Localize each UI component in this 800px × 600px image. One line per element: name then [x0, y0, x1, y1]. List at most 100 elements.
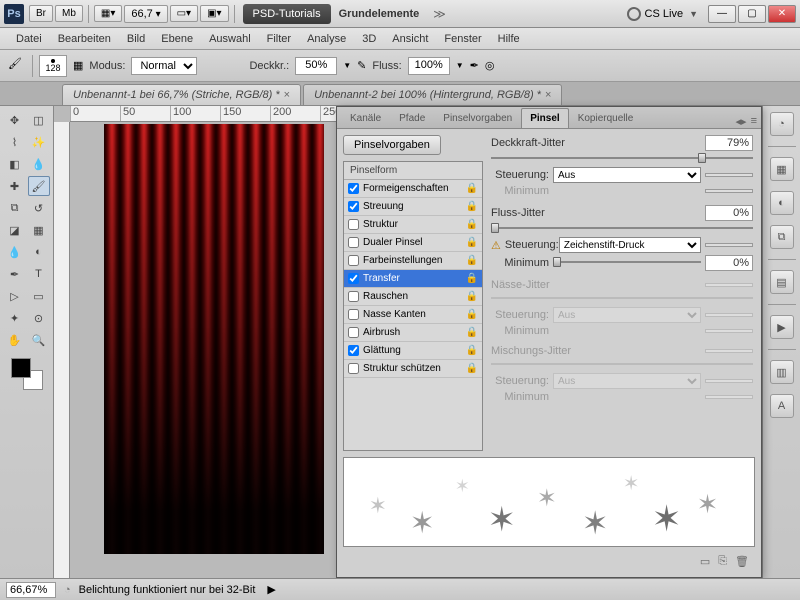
- maximize-button[interactable]: ▢: [738, 5, 766, 23]
- close-icon[interactable]: ×: [284, 89, 290, 101]
- lock-icon[interactable]: 🔒: [466, 273, 478, 284]
- opacity-jitter-value[interactable]: 79%: [705, 135, 753, 151]
- close-button[interactable]: ✕: [768, 5, 796, 23]
- menu-analyse[interactable]: Analyse: [299, 33, 354, 45]
- menu-ansicht[interactable]: Ansicht: [384, 33, 436, 45]
- character-panel-icon[interactable]: A: [770, 394, 794, 418]
- marquee-tool[interactable]: ◫: [28, 110, 50, 130]
- new-brush-icon[interactable]: ⎘: [718, 555, 727, 568]
- brush-option-checkbox[interactable]: [348, 219, 359, 230]
- color-swatches[interactable]: [11, 358, 43, 390]
- zoom-field[interactable]: 66,67%: [6, 582, 56, 598]
- minimize-button[interactable]: —: [708, 5, 736, 23]
- brush-option-checkbox[interactable]: [348, 201, 359, 212]
- lasso-tool[interactable]: ⌇: [4, 132, 26, 152]
- lock-icon[interactable]: 🔒: [466, 255, 478, 266]
- tab-pinselvorgaben[interactable]: Pinselvorgaben: [434, 108, 521, 128]
- paragraph-panel-icon[interactable]: ▥: [770, 360, 794, 384]
- brush-option-checkbox[interactable]: [348, 237, 359, 248]
- 3d-camera-tool[interactable]: ⊙: [28, 308, 50, 328]
- lock-icon[interactable]: 🔒: [466, 237, 478, 248]
- menu-datei[interactable]: Datei: [8, 33, 50, 45]
- hand-tool[interactable]: ✋: [4, 330, 26, 350]
- foreground-color[interactable]: [11, 358, 31, 378]
- eraser-tool[interactable]: ◪: [4, 220, 26, 240]
- opacity-jitter-slider[interactable]: [491, 153, 753, 163]
- document-tab[interactable]: Unbenannt-2 bei 100% (Hintergrund, RGB/8…: [303, 84, 562, 105]
- layers-panel-icon[interactable]: ▤: [770, 270, 794, 294]
- tab-pinsel[interactable]: Pinsel: [521, 108, 568, 128]
- lock-icon[interactable]: 🔒: [466, 201, 478, 212]
- brush-option-row[interactable]: Glättung🔒: [344, 342, 482, 360]
- lock-icon[interactable]: 🔒: [466, 219, 478, 230]
- brush-option-checkbox[interactable]: [348, 309, 359, 320]
- crop-tool[interactable]: ◧: [4, 154, 26, 174]
- document-tab[interactable]: Unbenannt-1 bei 66,7% (Striche, RGB/8) *…: [62, 84, 301, 105]
- flow-jitter-slider[interactable]: [491, 223, 753, 233]
- adjustments-panel-icon[interactable]: ◐: [770, 191, 794, 215]
- zoom-tool[interactable]: 🔍: [28, 330, 50, 350]
- brush-panel-toggle[interactable]: ▦: [73, 59, 83, 72]
- styles-panel-icon[interactable]: ⧉: [770, 225, 794, 249]
- pen-tool[interactable]: ✒: [4, 264, 26, 284]
- blur-tool[interactable]: 💧: [4, 242, 26, 262]
- stamp-tool[interactable]: ⧉: [4, 198, 26, 218]
- chevron-right-icon[interactable]: ▶: [267, 583, 275, 596]
- brush-option-checkbox[interactable]: [348, 327, 359, 338]
- flow-input[interactable]: 100%: [408, 57, 450, 75]
- ruler-vertical[interactable]: [54, 122, 70, 578]
- trash-icon[interactable]: 🗑: [735, 555, 749, 568]
- brush-preset-picker[interactable]: 128: [39, 55, 67, 77]
- opacity-input[interactable]: 50%: [295, 57, 337, 75]
- brush-option-checkbox[interactable]: [348, 363, 359, 374]
- type-tool[interactable]: T: [28, 264, 50, 284]
- brush-option-row[interactable]: Struktur🔒: [344, 216, 482, 234]
- view-extras-button[interactable]: ▦▾: [94, 5, 122, 22]
- screen-mode-button[interactable]: ▣▾: [200, 5, 228, 22]
- menu-auswahl[interactable]: Auswahl: [201, 33, 259, 45]
- arrange-button[interactable]: ▭▾: [170, 5, 198, 22]
- minibridge-button[interactable]: Mb: [55, 5, 83, 22]
- lock-icon[interactable]: 🔒: [466, 327, 478, 338]
- brush-option-row[interactable]: Dualer Pinsel🔒: [344, 234, 482, 252]
- eyedropper-tool[interactable]: 💧: [28, 154, 50, 174]
- lock-icon[interactable]: 🔒: [466, 363, 478, 374]
- bridge-button[interactable]: Br: [29, 5, 53, 22]
- opacity-control-select[interactable]: Aus: [553, 167, 701, 183]
- move-tool[interactable]: ✥: [4, 110, 26, 130]
- lock-icon[interactable]: 🔒: [466, 183, 478, 194]
- brush-option-row[interactable]: Farbeinstellungen🔒: [344, 252, 482, 270]
- brush-option-row[interactable]: Struktur schützen🔒: [344, 360, 482, 378]
- brush-tool[interactable]: 🖌: [28, 176, 50, 196]
- tablet-opacity-icon[interactable]: ✎: [357, 59, 366, 72]
- lock-icon[interactable]: 🔒: [466, 291, 478, 302]
- dodge-tool[interactable]: ◐: [28, 242, 50, 262]
- wand-tool[interactable]: ✨: [28, 132, 50, 152]
- history-panel-icon[interactable]: ▶: [770, 315, 794, 339]
- swatches-panel-icon[interactable]: ▦: [770, 157, 794, 181]
- flow-control-select[interactable]: Zeichenstift-Druck: [559, 237, 701, 253]
- chevron-down-icon[interactable]: ▼: [456, 61, 464, 70]
- brush-option-row[interactable]: Transfer🔒: [344, 270, 482, 288]
- tab-kopierquelle[interactable]: Kopierquelle: [569, 108, 643, 128]
- workspace-more-icon[interactable]: ≫: [433, 7, 446, 21]
- menu-fenster[interactable]: Fenster: [436, 33, 489, 45]
- close-icon[interactable]: ×: [545, 89, 551, 101]
- chevron-down-icon[interactable]: ▼: [343, 61, 351, 70]
- brush-option-checkbox[interactable]: [348, 255, 359, 266]
- path-select-tool[interactable]: ▷: [4, 286, 26, 306]
- shape-tool[interactable]: ▭: [28, 286, 50, 306]
- tablet-size-icon[interactable]: ◎: [485, 59, 495, 72]
- brush-option-checkbox[interactable]: [348, 273, 359, 284]
- lock-icon[interactable]: 🔒: [466, 309, 478, 320]
- flow-jitter-value[interactable]: 0%: [705, 205, 753, 221]
- brush-option-row[interactable]: Nasse Kanten🔒: [344, 306, 482, 324]
- brush-option-row[interactable]: Airbrush🔒: [344, 324, 482, 342]
- list-header[interactable]: Pinselform: [344, 162, 482, 180]
- menu-bild[interactable]: Bild: [119, 33, 153, 45]
- menu-hilfe[interactable]: Hilfe: [490, 33, 528, 45]
- blend-mode-select[interactable]: Normal: [131, 57, 197, 75]
- history-brush-tool[interactable]: ↺: [28, 198, 50, 218]
- brush-option-row[interactable]: Formeigenschaften🔒: [344, 180, 482, 198]
- heal-tool[interactable]: ✚: [4, 176, 26, 196]
